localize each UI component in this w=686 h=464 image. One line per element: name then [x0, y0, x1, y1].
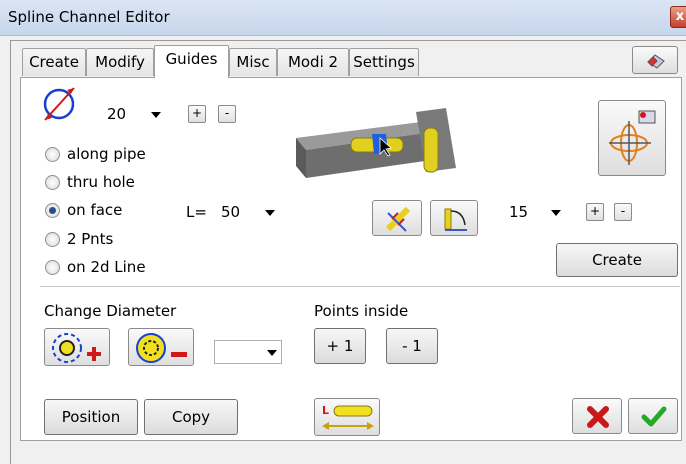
angle-plus-button[interactable]: +	[586, 203, 604, 221]
angle-select[interactable]: 15	[502, 200, 566, 224]
increase-diameter-icon	[52, 333, 101, 363]
radio-circle[interactable]	[45, 175, 60, 190]
cancel-x-icon	[587, 406, 609, 428]
spline-channel-editor-window: Spline Channel Editor x Create Modify Gu…	[0, 0, 686, 464]
diameter-select[interactable]: 20	[100, 102, 166, 126]
eraser-button[interactable]	[632, 46, 678, 74]
radio-label: along pipe	[67, 145, 146, 163]
tab-create[interactable]: Create	[22, 48, 86, 76]
chevron-down-icon	[267, 350, 277, 356]
angle-minus-button[interactable]: -	[614, 203, 632, 221]
cross-pipes-button[interactable]	[372, 200, 422, 236]
diameter-plus-button[interactable]: +	[188, 105, 206, 123]
radio-circle[interactable]	[45, 232, 60, 247]
points-plus-one-button[interactable]: + 1	[314, 328, 366, 364]
ok-button[interactable]	[628, 398, 678, 434]
radio-label: on 2d Line	[67, 258, 146, 276]
diameter-minus-button[interactable]: -	[218, 105, 236, 123]
radio-label: on face	[67, 201, 123, 219]
radio-label: thru hole	[67, 173, 135, 191]
length-select-value: 50	[221, 203, 241, 221]
tab-settings[interactable]: Settings	[349, 48, 419, 76]
length-label: L=	[186, 203, 207, 221]
bend-angle-button[interactable]	[430, 200, 478, 236]
decrease-diameter-icon	[136, 333, 187, 363]
points-minus-one-button[interactable]: - 1	[386, 328, 438, 364]
change-diameter-select[interactable]	[214, 340, 282, 364]
tab-modify[interactable]: Modify	[86, 48, 154, 76]
angle-select-value: 15	[509, 203, 529, 221]
model-preview-image	[296, 108, 456, 178]
tab-misc[interactable]: Misc	[229, 48, 277, 76]
length-measure-button[interactable]: L	[314, 398, 380, 436]
diameter-icon	[43, 87, 75, 121]
decrease-diameter-button[interactable]	[128, 328, 194, 366]
length-select[interactable]: 50	[214, 200, 280, 224]
radio-circle[interactable]	[45, 260, 60, 275]
points-inside-title: Points inside	[314, 302, 409, 320]
eraser-icon	[647, 54, 665, 69]
svg-text:L: L	[322, 404, 329, 417]
change-diameter-title: Change Diameter	[44, 302, 177, 320]
close-button[interactable]: x	[670, 6, 686, 28]
title-bar: Spline Channel Editor x	[0, 0, 686, 36]
tab-modi-2[interactable]: Modi 2	[277, 48, 349, 76]
increase-diameter-button[interactable]	[44, 328, 110, 366]
section-divider	[40, 286, 680, 287]
length-measure-icon: L	[322, 404, 374, 430]
radio-circle-checked[interactable]	[45, 203, 60, 218]
cancel-button[interactable]	[572, 398, 622, 434]
window-title: Spline Channel Editor	[8, 8, 170, 26]
chevron-down-icon	[265, 210, 275, 216]
orientation-button[interactable]	[598, 100, 666, 176]
cross-pipes-icon	[385, 206, 411, 232]
copy-button[interactable]: Copy	[144, 399, 238, 435]
radio-circle[interactable]	[45, 147, 60, 162]
create-button[interactable]: Create	[556, 243, 678, 277]
tab-guides[interactable]: Guides	[154, 45, 229, 78]
ok-check-icon	[641, 406, 667, 427]
radio-label: 2 Pnts	[67, 230, 114, 248]
chevron-down-icon	[151, 112, 161, 118]
bend-angle-icon	[444, 208, 467, 231]
orientation-gizmo-icon	[609, 110, 656, 165]
chevron-down-icon	[551, 210, 561, 216]
diameter-select-value: 20	[107, 105, 127, 123]
position-button[interactable]: Position	[44, 399, 138, 435]
